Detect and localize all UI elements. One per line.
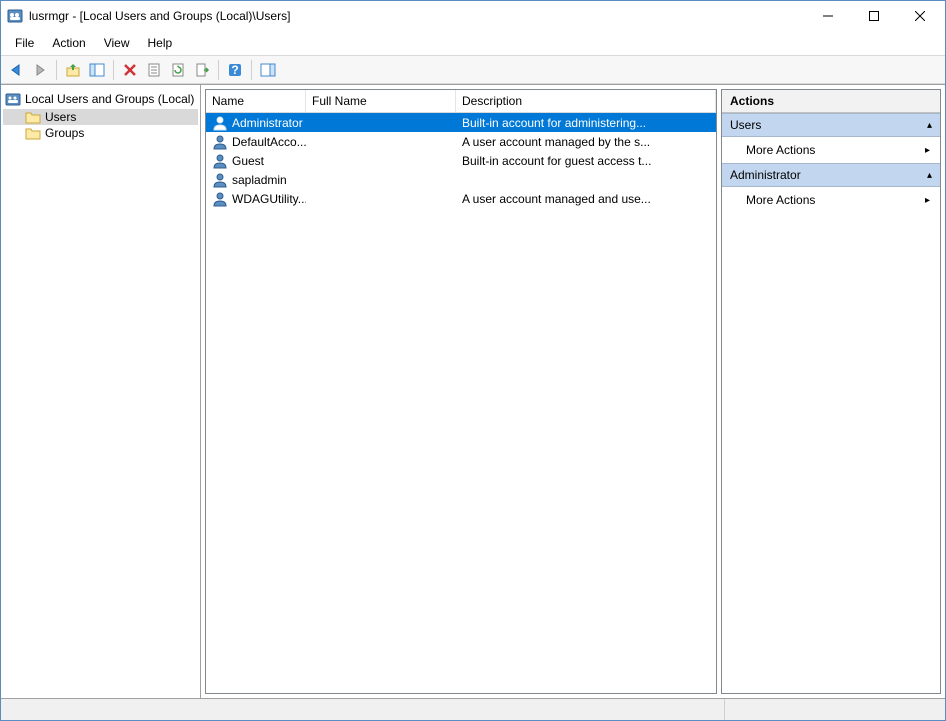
actions-section-title: Administrator xyxy=(730,168,801,182)
list-panel: Name Full Name Description Administrator… xyxy=(205,89,717,694)
toolbar-separator xyxy=(218,60,219,80)
maximize-button[interactable] xyxy=(851,1,897,31)
list-row[interactable]: Guest Built-in account for guest access t… xyxy=(206,151,716,170)
minimize-icon xyxy=(823,11,833,21)
actions-section-head[interactable]: Administrator ▴ xyxy=(722,163,940,187)
status-cell xyxy=(725,699,945,720)
actions-panel: Actions Users ▴ More Actions ▸ Administrator… xyxy=(721,89,941,694)
minimize-button[interactable] xyxy=(805,1,851,31)
action-more-actions[interactable]: More Actions ▸ xyxy=(722,137,940,163)
collapse-icon: ▴ xyxy=(927,170,932,181)
menu-file[interactable]: File xyxy=(7,33,42,53)
show-hide-tree-button[interactable] xyxy=(86,59,108,81)
actions-section-head[interactable]: Users ▴ xyxy=(722,113,940,137)
help-icon: ? xyxy=(227,62,243,78)
cell-description: Built-in account for administering... xyxy=(456,116,716,130)
action-item-label: More Actions xyxy=(746,143,815,157)
menubar: File Action View Help xyxy=(1,31,945,56)
actions-section-title: Users xyxy=(730,118,761,132)
tree-root[interactable]: Local Users and Groups (Local) xyxy=(3,89,198,109)
refresh-icon xyxy=(170,62,186,78)
cell-name: Guest xyxy=(232,154,264,168)
list-body: Administrator Built-in account for admini… xyxy=(206,113,716,693)
actions-section-body: More Actions ▸ xyxy=(722,137,940,163)
properties-icon xyxy=(146,62,162,78)
user-icon xyxy=(212,115,228,131)
column-header-fullname[interactable]: Full Name xyxy=(306,90,456,112)
delete-button[interactable] xyxy=(119,59,141,81)
tree-item-label: Users xyxy=(45,110,76,124)
cell-description: A user account managed and use... xyxy=(456,192,716,206)
user-icon xyxy=(212,191,228,207)
tree-item-groups[interactable]: Groups xyxy=(3,125,198,141)
user-icon xyxy=(212,134,228,150)
export-list-button[interactable] xyxy=(191,59,213,81)
back-button[interactable] xyxy=(5,59,27,81)
column-header-name[interactable]: Name xyxy=(206,90,306,112)
lusrmgr-root-icon xyxy=(5,91,21,107)
toolbar-separator xyxy=(251,60,252,80)
cell-description: Built-in account for guest access t... xyxy=(456,154,716,168)
user-icon xyxy=(212,172,228,188)
submenu-arrow-icon: ▸ xyxy=(925,195,930,206)
tree-root-label: Local Users and Groups (Local) xyxy=(25,92,194,106)
toolbar-separator xyxy=(113,60,114,80)
toolbar-separator xyxy=(56,60,57,80)
collapse-icon: ▴ xyxy=(927,120,932,131)
window: lusrmgr - [Local Users and Groups (Local… xyxy=(0,0,946,721)
tree-panel: Local Users and Groups (Local) Users Grou… xyxy=(1,85,201,698)
properties-button[interactable] xyxy=(143,59,165,81)
menu-view[interactable]: View xyxy=(96,33,138,53)
menu-help[interactable]: Help xyxy=(140,33,181,53)
status-cell xyxy=(1,699,725,720)
main-body: Local Users and Groups (Local) Users Grou… xyxy=(1,84,945,698)
statusbar xyxy=(1,698,945,720)
list-row[interactable]: DefaultAcco... A user account managed by … xyxy=(206,132,716,151)
export-icon xyxy=(194,62,210,78)
list-row[interactable]: sapladmin xyxy=(206,170,716,189)
submenu-arrow-icon: ▸ xyxy=(925,145,930,156)
forward-button[interactable] xyxy=(29,59,51,81)
lusrmgr-icon xyxy=(7,8,23,24)
help-button[interactable]: ? xyxy=(224,59,246,81)
toolbar: ? xyxy=(1,56,945,84)
cell-name: Administrator xyxy=(232,116,303,130)
tree-item-users[interactable]: Users xyxy=(3,109,198,125)
menu-action[interactable]: Action xyxy=(44,33,93,53)
folder-icon xyxy=(25,111,41,124)
maximize-icon xyxy=(869,11,879,21)
action-pane-icon xyxy=(260,62,276,78)
cell-name: DefaultAcco... xyxy=(232,135,306,149)
cell-name: WDAGUtility... xyxy=(232,192,306,206)
folder-up-icon xyxy=(65,62,81,78)
list-header: Name Full Name Description xyxy=(206,90,716,113)
up-button[interactable] xyxy=(62,59,84,81)
forward-arrow-icon xyxy=(32,62,48,78)
action-item-label: More Actions xyxy=(746,193,815,207)
list-row[interactable]: Administrator Built-in account for admini… xyxy=(206,113,716,132)
actions-section-body: More Actions ▸ xyxy=(722,187,940,213)
close-button[interactable] xyxy=(897,1,943,31)
list-row[interactable]: WDAGUtility... A user account managed and… xyxy=(206,189,716,208)
window-title: lusrmgr - [Local Users and Groups (Local… xyxy=(29,9,290,23)
column-header-description[interactable]: Description xyxy=(456,90,716,112)
folder-icon xyxy=(25,127,41,140)
tree-pane-icon xyxy=(89,62,105,78)
tree-item-label: Groups xyxy=(45,126,84,140)
refresh-button[interactable] xyxy=(167,59,189,81)
cell-description: A user account managed by the s... xyxy=(456,135,716,149)
back-arrow-icon xyxy=(8,62,24,78)
show-hide-action-pane-button[interactable] xyxy=(257,59,279,81)
close-icon xyxy=(915,11,925,21)
user-icon xyxy=(212,153,228,169)
titlebar: lusrmgr - [Local Users and Groups (Local… xyxy=(1,1,945,31)
svg-text:?: ? xyxy=(231,63,238,77)
cell-name: sapladmin xyxy=(232,173,287,187)
actions-title: Actions xyxy=(722,90,940,113)
delete-x-icon xyxy=(122,62,138,78)
action-more-actions[interactable]: More Actions ▸ xyxy=(722,187,940,213)
